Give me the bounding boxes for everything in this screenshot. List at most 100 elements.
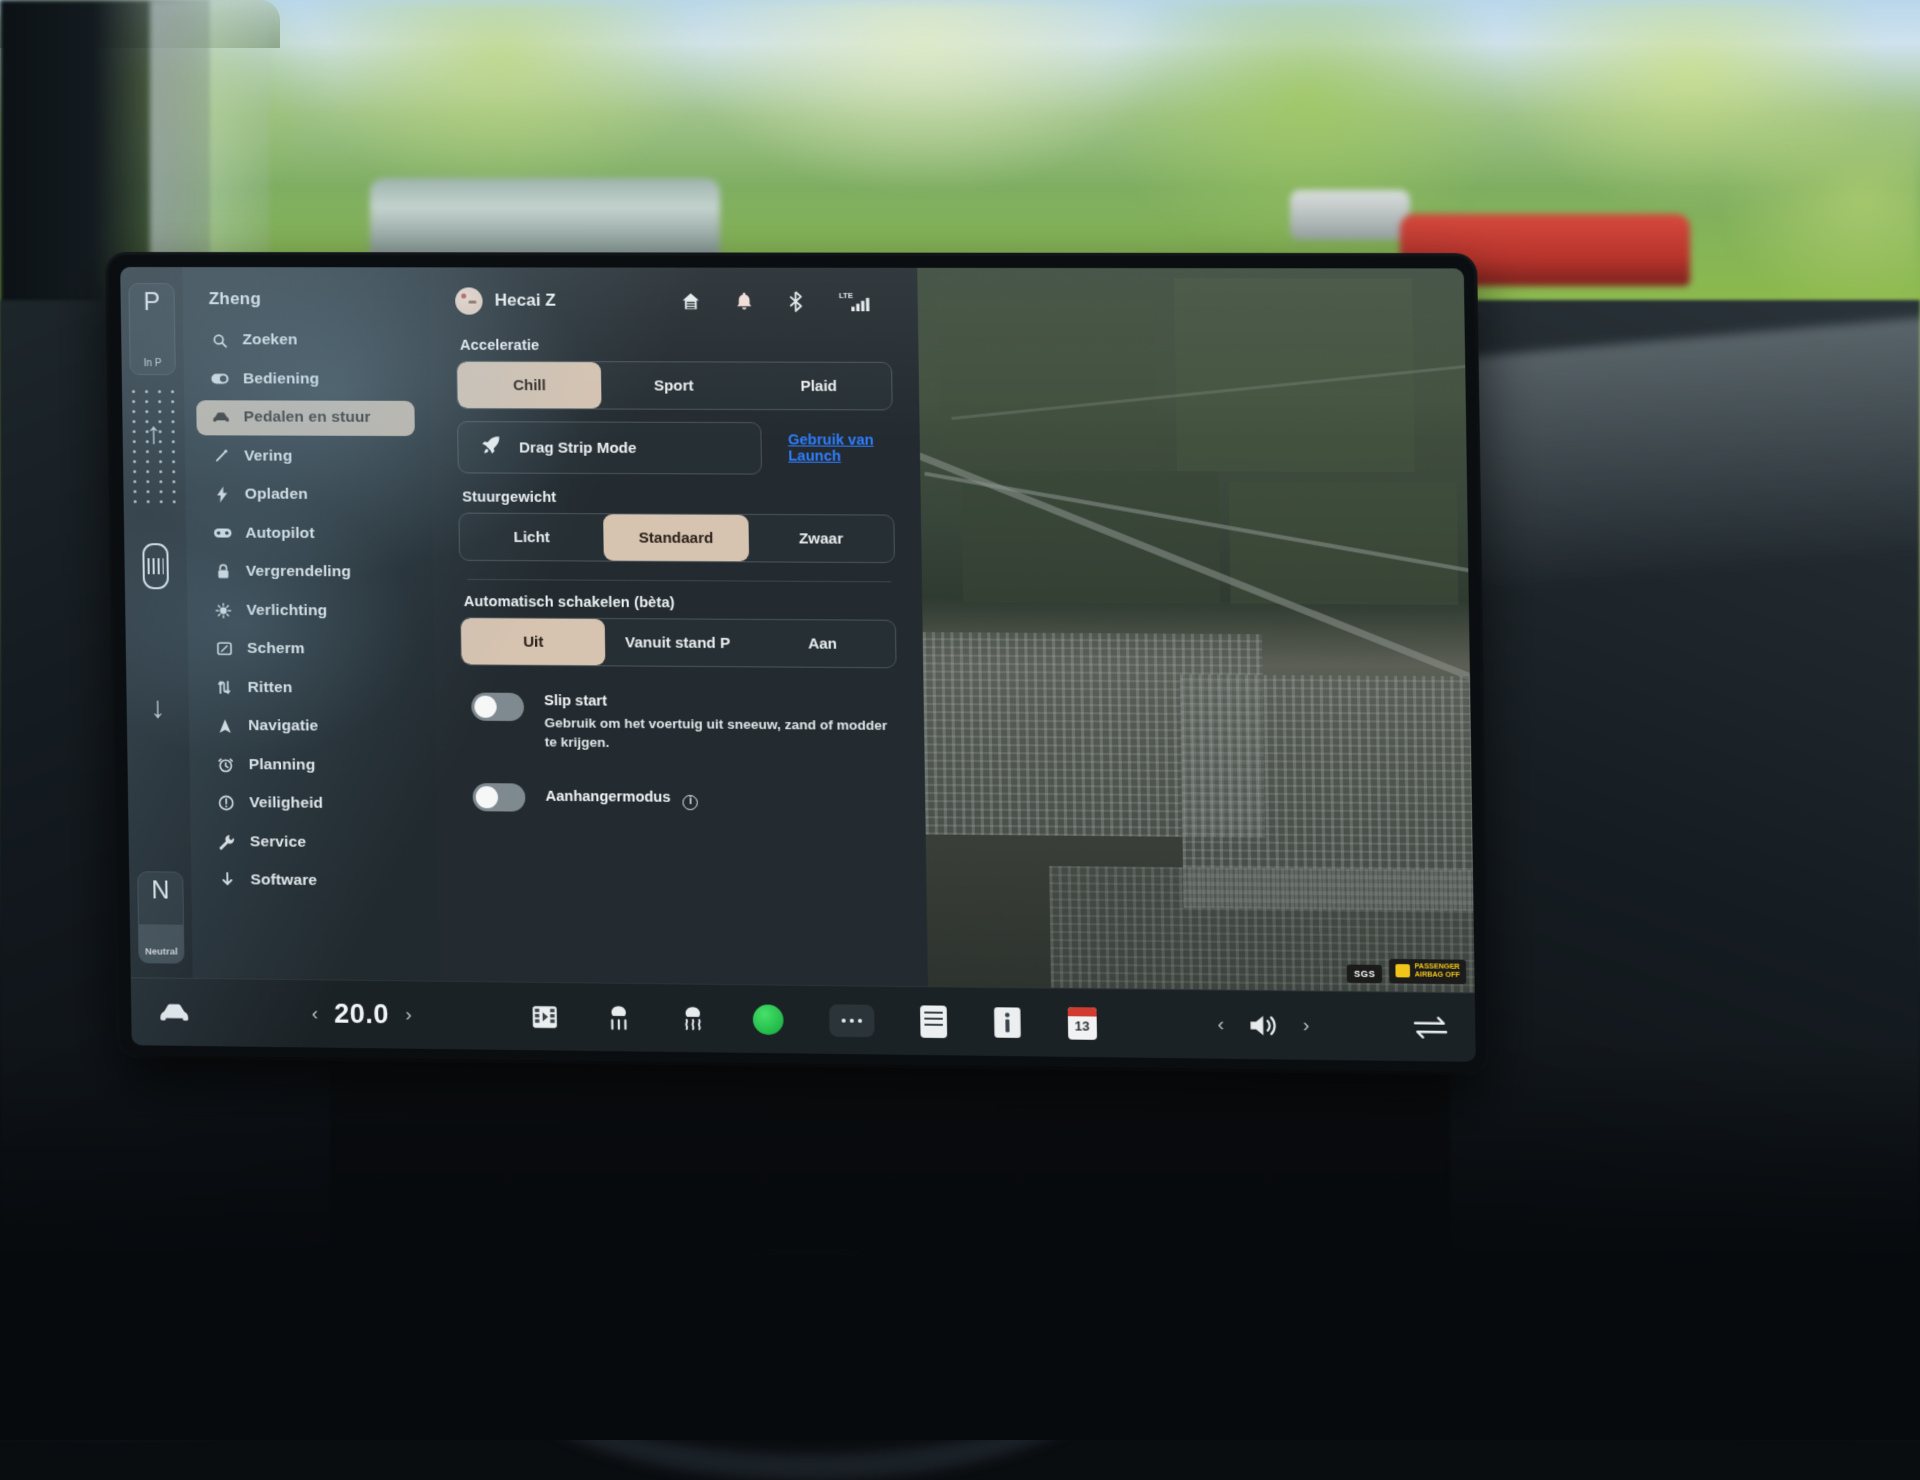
safety-icon [216, 795, 236, 811]
sidebar-item-label: Service [250, 833, 306, 852]
map-panel[interactable]: SGS PASSENGER AIRBAG OFF [917, 268, 1475, 993]
sidebar-item-planning[interactable]: Planning [201, 747, 420, 784]
slip-start-label: Slip start [544, 692, 897, 713]
home-icon[interactable] [681, 291, 701, 310]
bluetooth-icon[interactable] [788, 290, 804, 311]
acceleration-option-plaid[interactable]: Plaid [746, 363, 892, 410]
sidebar-item-pedalen-en-stuur[interactable]: Pedalen en stuur [196, 400, 415, 436]
user-name: Hecai Z [494, 291, 555, 311]
airbag-badge-line1: PASSENGER [1414, 963, 1459, 971]
gear-up-arrow[interactable]: ↑ [146, 419, 161, 449]
settings-sidebar[interactable]: Zheng Zoeken Bediening Pedalen en stuur [182, 267, 439, 981]
sidebar-item-verlichting[interactable]: Verlichting [199, 592, 418, 628]
volume-decrease-button[interactable]: ‹ [1217, 1013, 1224, 1035]
auto-shift-segmented-control[interactable]: Uit Vanuit stand P Aan [460, 617, 897, 668]
svg-text:LTE: LTE [839, 291, 853, 300]
sidebar-item-label: Vering [244, 447, 292, 465]
sidebar-item-opladen[interactable]: Opladen [197, 477, 416, 513]
bell-icon[interactable] [735, 291, 754, 310]
temperature-increase-button[interactable]: › [405, 1004, 412, 1026]
dot-row [123, 450, 185, 453]
auto-shift-option-aan[interactable]: Aan [750, 620, 896, 667]
download-icon [217, 872, 237, 888]
sidebar-item-software[interactable]: Software [203, 862, 422, 899]
volume-control[interactable]: ‹ › [1217, 1011, 1309, 1039]
gear-down-arrow[interactable]: ↓ [150, 693, 165, 723]
launch-usage-link[interactable]: Gebruik van Launch [788, 432, 894, 465]
dot-row [122, 390, 184, 393]
acceleration-segmented-control[interactable]: Chill Sport Plaid [456, 361, 893, 411]
airbag-warning-icon [1396, 965, 1411, 978]
map-field [938, 298, 1156, 451]
sidebar-item-label: Pedalen en stuur [243, 408, 370, 426]
sidebar-item-zoeken[interactable]: Zoeken [195, 323, 414, 359]
sidebar-item-bediening[interactable]: Bediening [196, 361, 415, 397]
sidebar-item-veiligheid[interactable]: Veiligheid [202, 785, 421, 822]
swap-icon[interactable] [1413, 1015, 1449, 1040]
gear-dots-track: ↑ ↓ [122, 375, 191, 872]
distant-car-silver [370, 178, 720, 262]
auto-shift-option-uit[interactable]: Uit [461, 618, 606, 665]
trailer-mode-row: Aanhangermodus i [462, 782, 898, 815]
steering-option-zwaar[interactable]: Zwaar [748, 515, 894, 562]
search-icon [209, 333, 229, 348]
lte-signal-icon[interactable]: LTE [838, 290, 873, 312]
sidebar-item-scherm[interactable]: Scherm [200, 631, 419, 668]
gear-selector-strip[interactable]: P In P ↑ ↓ N Ne [120, 267, 193, 978]
trailer-mode-toggle[interactable] [473, 783, 526, 812]
temperature-value: 20.0 [334, 999, 389, 1031]
fan-icon[interactable] [604, 1004, 633, 1031]
lock-icon [213, 564, 233, 580]
steering-weight-segmented-control[interactable]: Licht Standaard Zwaar [458, 513, 895, 564]
content-topbar: Hecai Z LTE [455, 267, 892, 326]
sidebar-item-vergrendeling[interactable]: Vergrendeling [199, 554, 418, 590]
driver-temperature-control[interactable]: ‹ 20.0 › [311, 998, 411, 1030]
steering-option-standaard[interactable]: Standaard [603, 514, 748, 561]
sidebar-item-label: Verlichting [246, 601, 327, 620]
acceleration-title: Acceleratie [460, 338, 892, 355]
more-icon[interactable] [829, 1004, 874, 1037]
passenger-airbag-off-badge: PASSENGER AIRBAG OFF [1390, 959, 1467, 984]
sidebar-item-ritten[interactable]: Ritten [200, 670, 419, 707]
sidebar-item-label: Vergrendeling [246, 563, 351, 582]
status-icon-tray[interactable]: LTE [681, 290, 891, 313]
volume-icon[interactable] [1247, 1012, 1280, 1039]
slip-start-toggle[interactable] [471, 693, 524, 722]
car-icon[interactable] [157, 1002, 191, 1022]
card-icon[interactable] [920, 1005, 947, 1038]
rocket-icon [480, 435, 501, 459]
acceleration-option-chill[interactable]: Chill [457, 362, 602, 409]
climate-power-icon[interactable] [752, 1004, 783, 1035]
sidebar-item-label: Autopilot [245, 524, 314, 542]
trips-icon [214, 680, 234, 695]
drag-strip-row: Drag Strip Mode Gebruik van Launch [457, 421, 894, 475]
calendar-icon[interactable]: 13 [1068, 1007, 1097, 1040]
avatar[interactable] [455, 287, 483, 314]
acceleration-option-sport[interactable]: Sport [601, 362, 746, 409]
drag-strip-label: Drag Strip Mode [519, 439, 637, 457]
sidebar-item-service[interactable]: Service [203, 824, 422, 861]
drag-strip-mode-button[interactable]: Drag Strip Mode [457, 421, 762, 474]
steering-option-licht[interactable]: Licht [459, 514, 604, 561]
autopilot-icon [212, 527, 232, 538]
info-icon[interactable]: i [683, 795, 698, 810]
center-touchscreen-bezel: P In P ↑ ↓ N Ne [108, 255, 1486, 1072]
seat-heater-icon[interactable] [678, 1005, 707, 1032]
dot-row [123, 460, 185, 463]
card-info-icon[interactable] [993, 1006, 1022, 1039]
sidebar-item-label: Planning [249, 756, 316, 775]
sidebar-item-autopilot[interactable]: Autopilot [198, 515, 417, 551]
display-icon [214, 642, 234, 656]
vehicle-silhouette-icon [142, 543, 169, 589]
temperature-decrease-button[interactable]: ‹ [312, 1003, 319, 1025]
sidebar-item-navigatie[interactable]: Navigatie [201, 708, 420, 745]
gear-park[interactable]: P In P [128, 283, 175, 375]
sidebar-item-vering[interactable]: Vering [197, 438, 416, 474]
sgs-badge: SGS [1347, 965, 1383, 984]
auto-shift-option-vanuit-stand-p[interactable]: Vanuit stand P [605, 619, 750, 666]
volume-increase-button[interactable]: › [1303, 1014, 1310, 1036]
gear-neutral[interactable]: N Neutral [137, 871, 184, 964]
sidebar-item-label: Ritten [247, 678, 292, 696]
center-touchscreen[interactable]: P In P ↑ ↓ N Ne [120, 267, 1476, 1062]
media-icon[interactable] [530, 1002, 559, 1031]
